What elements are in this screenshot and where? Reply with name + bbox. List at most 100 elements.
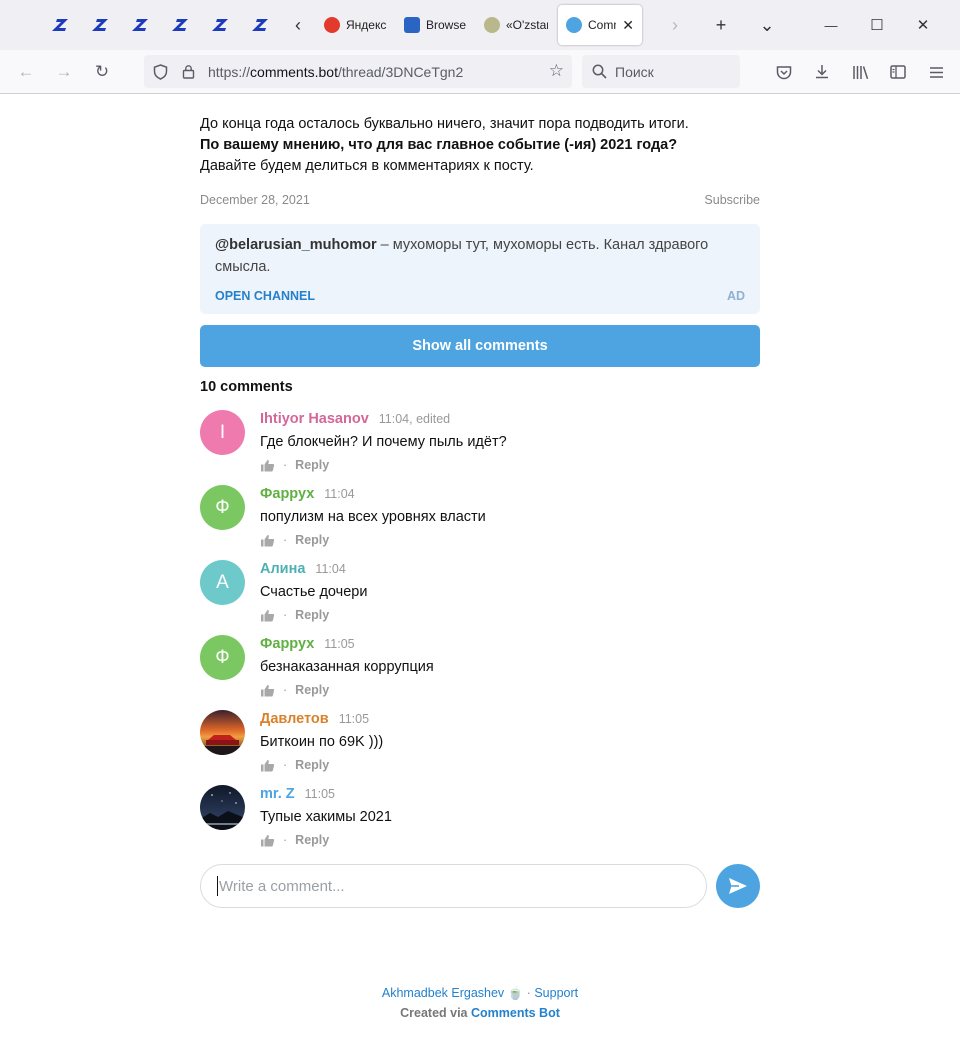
maximize-button[interactable]: ☐ <box>854 5 900 45</box>
thumbs-up-icon[interactable] <box>260 534 275 547</box>
yandex-favicon-icon <box>324 17 340 33</box>
reply-button[interactable]: Reply <box>295 533 329 547</box>
comment-author[interactable]: Ihtiyor Hasanov <box>260 411 369 427</box>
minimize-button[interactable]: — <box>808 5 854 45</box>
comment-text: Счастье дочери <box>260 584 368 600</box>
photo-avatar-night-sky <box>200 785 245 830</box>
close-window-button[interactable]: ✕ <box>900 5 946 45</box>
thumbs-up-icon[interactable] <box>260 609 275 622</box>
tab-scroll-left-button[interactable]: ‹ <box>280 5 316 45</box>
comment-item: Ф Фаррух 11:05 безнаказанная коррупция ·… <box>200 629 760 704</box>
thread-page: До конца года осталось буквально ничего,… <box>200 94 760 908</box>
tab-ozstar[interactable]: «O'zstar <box>476 5 556 45</box>
comment-count: 10 comments <box>200 379 293 395</box>
comments-bot-link[interactable]: Comments Bot <box>471 1006 560 1020</box>
comment-item: Ф Фаррух 11:04 популизм на всех уровнях … <box>200 479 760 554</box>
avatar[interactable]: Ф <box>200 485 245 530</box>
thumbs-up-icon[interactable] <box>260 834 275 847</box>
photo-avatar-sunset <box>200 710 245 755</box>
comment-time: 11:05 <box>324 637 355 651</box>
downloads-icon[interactable] <box>803 54 841 90</box>
open-channel-link[interactable]: OPEN CHANNEL <box>215 289 315 303</box>
page-footer: Akhmadbek Ergashev 🍵 · Support Created v… <box>381 986 579 1020</box>
pocket-icon[interactable] <box>765 54 803 90</box>
comment-time: 11:04, edited <box>378 412 451 426</box>
library-icon[interactable] <box>841 54 879 90</box>
pinned-tab[interactable] <box>40 5 80 45</box>
speech-bubble-favicon-icon <box>566 17 582 33</box>
search-box[interactable]: Поиск <box>582 55 740 88</box>
back-button[interactable]: ← <box>7 54 45 90</box>
avatar[interactable] <box>200 785 245 830</box>
thumbs-up-icon[interactable] <box>260 459 275 472</box>
comment-text: безнаказанная коррупция <box>260 659 434 675</box>
lock-icon[interactable] <box>174 64 202 79</box>
pinned-tabs <box>40 5 280 45</box>
comment-author[interactable]: Фаррух <box>260 486 314 502</box>
comment-time: 11:05 <box>338 712 370 726</box>
comment-input[interactable]: Write a comment... <box>200 864 707 908</box>
comment-text: Тупые хакимы 2021 <box>260 809 392 825</box>
site-logo-icon <box>212 19 228 31</box>
close-tab-icon[interactable]: ✕ <box>622 17 634 34</box>
send-button[interactable] <box>716 864 760 908</box>
bookmark-star-icon[interactable]: ☆ <box>549 61 564 81</box>
comment-author[interactable]: Фаррух <box>260 636 314 652</box>
reload-button[interactable]: ↻ <box>83 54 121 90</box>
pinned-tab[interactable] <box>80 5 120 45</box>
comment-item: Давлетов 11:05 Биткоин по 69K ))) · Repl… <box>200 704 760 779</box>
post-line: До конца года осталось буквально ничего,… <box>200 116 689 132</box>
tab-comments[interactable]: Comments ✕ <box>558 5 642 45</box>
forward-button[interactable]: → <box>45 54 83 90</box>
url-bar[interactable]: https://comments.bot/thread/3DNCeTgn2 ☆ <box>144 55 572 88</box>
comment-author[interactable]: Алина <box>260 561 305 577</box>
thumbs-up-icon[interactable] <box>260 759 275 772</box>
search-icon <box>592 64 607 79</box>
site-logo-icon <box>252 19 268 31</box>
pinned-tab[interactable] <box>240 5 280 45</box>
shield-icon[interactable] <box>146 63 174 80</box>
sidebar-icon[interactable] <box>879 54 917 90</box>
post-text: До конца года осталось буквально ничего,… <box>200 114 760 177</box>
reply-button[interactable]: Reply <box>295 833 329 847</box>
ad-channel-handle[interactable]: @belarusian_muhomor <box>215 237 377 253</box>
post-line: Давайте будем делиться в комментариях к … <box>200 158 534 174</box>
list-tabs-button[interactable]: ⌄ <box>744 5 790 45</box>
site-logo-icon <box>172 19 188 31</box>
browse-favicon-icon <box>404 17 420 33</box>
avatar[interactable]: А <box>200 560 245 605</box>
thumbs-up-icon[interactable] <box>260 684 275 697</box>
comments-list: I Ihtiyor Hasanov 11:04, edited Где блок… <box>200 404 760 854</box>
comment-time: 11:04 <box>315 562 346 576</box>
text-caret <box>217 876 218 896</box>
tab-scroll-right-button[interactable]: › <box>652 5 698 45</box>
pinned-tab[interactable] <box>200 5 240 45</box>
comment-item: I Ihtiyor Hasanov 11:04, edited Где блок… <box>200 404 760 479</box>
show-all-comments-button[interactable]: Show all comments <box>200 325 760 367</box>
post-meta: December 28, 2021 Subscribe <box>200 193 760 207</box>
pinned-tab[interactable] <box>160 5 200 45</box>
tab-yandex[interactable]: Яндекс <box>316 5 396 45</box>
new-tab-button[interactable]: + <box>698 5 744 45</box>
comment-author[interactable]: Давлетов <box>260 711 329 727</box>
avatar[interactable]: Ф <box>200 635 245 680</box>
comment-author[interactable]: mr. Z <box>260 786 295 802</box>
reply-button[interactable]: Reply <box>295 758 329 772</box>
created-via-label: Created via <box>400 1006 471 1020</box>
avatar[interactable]: I <box>200 410 245 455</box>
comment-input-placeholder: Write a comment... <box>219 877 345 895</box>
ad-badge[interactable]: AD <box>727 289 745 303</box>
post-date: December 28, 2021 <box>200 193 310 207</box>
site-logo-icon <box>52 19 68 31</box>
url-text[interactable]: https://comments.bot/thread/3DNCeTgn2 <box>208 64 463 80</box>
pinned-tab[interactable] <box>120 5 160 45</box>
author-link[interactable]: Akhmadbek Ergashev 🍵 <box>382 986 523 1000</box>
menu-icon[interactable] <box>917 54 955 90</box>
reply-button[interactable]: Reply <box>295 458 329 472</box>
support-link[interactable]: Support <box>534 986 578 1000</box>
reply-button[interactable]: Reply <box>295 608 329 622</box>
reply-button[interactable]: Reply <box>295 683 329 697</box>
tab-browse[interactable]: Browse <box>396 5 476 45</box>
avatar[interactable] <box>200 710 245 755</box>
subscribe-link[interactable]: Subscribe <box>704 193 760 207</box>
